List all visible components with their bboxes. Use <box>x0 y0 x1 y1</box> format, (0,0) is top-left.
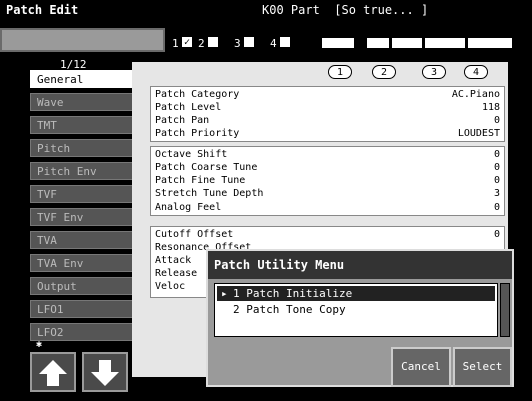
cancel-button[interactable]: Cancel <box>391 347 451 387</box>
param-group-tune: Octave Shift 0 Patch Coarse Tune 0 Patch F… <box>150 146 505 216</box>
dialog-title: Patch Utility Menu <box>208 251 512 279</box>
param-label: Cutoff Offset <box>155 229 234 240</box>
tone-column-3[interactable]: 3 <box>422 65 446 79</box>
param-value: LOUDEST <box>457 128 500 139</box>
param-value: 0 <box>493 162 500 173</box>
tab-general[interactable]: General <box>30 70 140 88</box>
param-row[interactable]: Octave Shift 0 <box>155 148 500 161</box>
tone-switch-bar: 1 ✓ 2 3 4 <box>0 22 532 56</box>
param-label: Veloc <box>155 281 186 292</box>
utility-menu-list: ▸ 1 Patch Initialize 2 Patch Tone Copy <box>214 283 498 337</box>
scroll-down-button[interactable] <box>82 352 128 392</box>
tone-block-3 <box>392 38 422 48</box>
tone-switch-1-checkbox[interactable]: ✓ <box>181 36 193 48</box>
selection-cursor-icon: ▸ <box>221 287 228 300</box>
param-value: AC.Piano <box>451 89 500 100</box>
part-info: K00 Part [So true... ] <box>262 3 428 17</box>
menu-item-patch-initialize[interactable]: ▸ 1 Patch Initialize <box>217 286 495 301</box>
scroll-up-button[interactable] <box>30 352 76 392</box>
tone-switch-4-checkbox[interactable] <box>279 36 291 48</box>
param-row[interactable]: Cutoff Offset 0 <box>155 228 500 241</box>
param-row[interactable]: Patch Fine Tune 0 <box>155 174 500 187</box>
tab-pitch[interactable]: Pitch <box>30 139 140 157</box>
patch-utility-dialog: Patch Utility Menu ▸ 1 Patch Initialize 2… <box>206 249 514 387</box>
param-value: 0 <box>493 202 500 213</box>
param-label: Stretch Tune Depth <box>155 188 264 199</box>
param-label: Patch Priority <box>155 128 240 139</box>
param-value: 0 <box>493 149 500 160</box>
screen-title: Patch Edit <box>6 3 79 17</box>
up-arrow-icon <box>39 360 67 386</box>
param-value: 0 <box>493 229 500 240</box>
tone-number-3: 3 <box>234 37 241 50</box>
param-label: Patch Category <box>155 89 240 100</box>
tone-column-1[interactable]: 1 <box>328 65 352 79</box>
param-value: 3 <box>493 188 500 199</box>
param-label: Release <box>155 268 198 279</box>
param-row[interactable]: Patch Coarse Tune 0 <box>155 161 500 174</box>
tab-lfo2[interactable]: LFO2 <box>30 323 140 341</box>
param-label: Patch Level <box>155 102 222 113</box>
patch-name-field[interactable] <box>0 28 165 52</box>
param-value: 118 <box>481 102 500 113</box>
tone-block-4 <box>425 38 465 48</box>
menu-item-patch-tone-copy[interactable]: 2 Patch Tone Copy <box>217 302 495 317</box>
tab-output[interactable]: Output <box>30 277 140 295</box>
tab-tvf-env[interactable]: TVF Env <box>30 208 140 226</box>
tone-block-5 <box>468 38 512 48</box>
param-row[interactable]: Analog Feel 0 <box>155 201 500 214</box>
tone-number-2: 2 <box>198 37 205 50</box>
tab-tva-env[interactable]: TVA Env <box>30 254 140 272</box>
param-value: 0 <box>493 175 500 186</box>
tone-column-4[interactable]: 4 <box>464 65 488 79</box>
param-row[interactable]: Stretch Tune Depth 3 <box>155 187 500 200</box>
title-bar: Patch Edit K00 Part [So true... ] <box>0 0 532 22</box>
param-group-patch: Patch Category AC.Piano Patch Level 118 Pa… <box>150 86 505 142</box>
param-row[interactable]: Patch Category AC.Piano <box>155 88 500 101</box>
param-label: Octave Shift <box>155 149 228 160</box>
scroll-dot-icon: ✱ <box>36 339 43 350</box>
tone-block-1 <box>322 38 354 48</box>
param-label: Patch Coarse Tune <box>155 162 258 173</box>
tab-lfo1[interactable]: LFO1 <box>30 300 140 318</box>
param-label: Attack <box>155 255 192 266</box>
down-arrow-icon <box>91 360 119 386</box>
select-button[interactable]: Select <box>453 347 512 387</box>
tone-block-gap <box>357 38 365 48</box>
tone-number-4: 4 <box>270 37 277 50</box>
tone-switch-3-checkbox[interactable] <box>243 36 255 48</box>
tab-pitch-env[interactable]: Pitch Env <box>30 162 140 180</box>
tone-column-2[interactable]: 2 <box>372 65 396 79</box>
param-row[interactable]: Patch Pan 0 <box>155 114 500 127</box>
param-row[interactable]: Patch Priority LOUDEST <box>155 127 500 140</box>
tab-tva[interactable]: TVA <box>30 231 140 249</box>
part-label: K00 Part <box>262 3 320 17</box>
patch-name: [So true... ] <box>334 3 429 17</box>
tab-tvf[interactable]: TVF <box>30 185 140 203</box>
tone-block-2 <box>367 38 389 48</box>
param-row[interactable]: Patch Level 118 <box>155 101 500 114</box>
menu-scrollbar[interactable] <box>500 283 510 337</box>
tone-switch-2-checkbox[interactable] <box>207 36 219 48</box>
param-label: Analog Feel <box>155 202 222 213</box>
param-value: 0 <box>493 115 500 126</box>
param-label: Patch Pan <box>155 115 210 126</box>
tab-wave[interactable]: Wave <box>30 93 140 111</box>
tone-number-1: 1 <box>172 37 179 50</box>
tab-tmt[interactable]: TMT <box>30 116 140 134</box>
param-label: Patch Fine Tune <box>155 175 246 186</box>
